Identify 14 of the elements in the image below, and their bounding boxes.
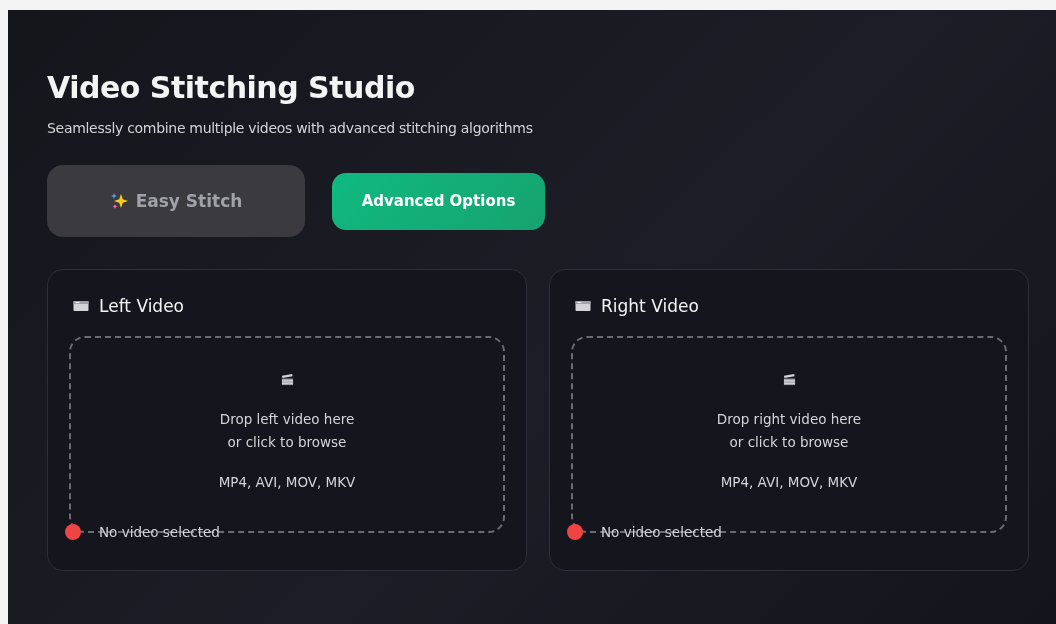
sparkles-icon bbox=[109, 191, 130, 211]
panel-title: Left Video bbox=[99, 296, 185, 316]
drop-instructions: Drop right video here or click to browse bbox=[716, 410, 862, 452]
clapperboard-icon bbox=[280, 373, 294, 386]
drop-instructions: Drop left video here or click to browse bbox=[219, 410, 355, 452]
panel-title: Right Video bbox=[601, 296, 699, 316]
clapperboard-icon bbox=[782, 373, 796, 386]
supported-formats: MP4, AVI, MOV, MKV bbox=[720, 474, 858, 490]
card-file-icon bbox=[73, 300, 89, 312]
mode-tab[interactable]: Easy Stitch bbox=[47, 165, 305, 237]
page-title: Video Stitching Studio bbox=[47, 69, 416, 107]
card-file-icon bbox=[575, 300, 591, 312]
page-subtitle: Seamlessly combine multiple videos with advanced stitching algorithms bbox=[47, 120, 534, 136]
supported-formats: MP4, AVI, MOV, MKV bbox=[218, 474, 356, 490]
